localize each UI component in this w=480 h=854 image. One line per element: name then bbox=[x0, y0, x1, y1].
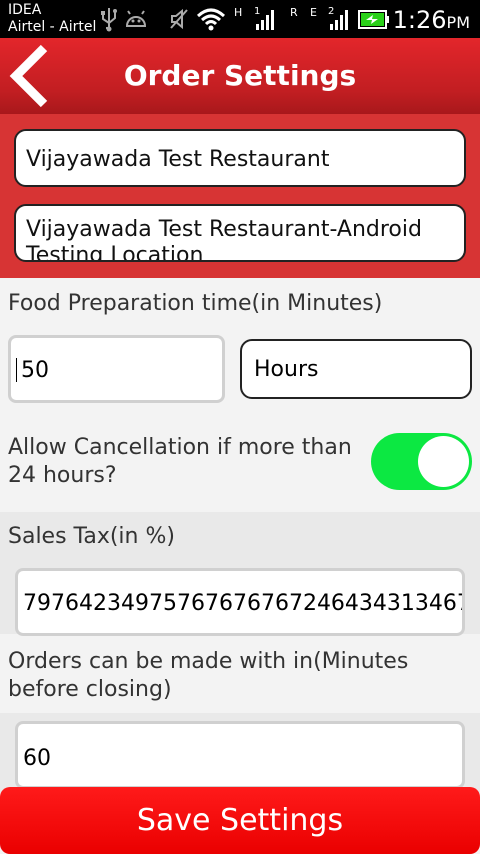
orders-window-label-line1: Orders can be made with in(Minutes bbox=[8, 649, 409, 674]
sales-tax-value: 79764234975767676767246434313467676 bbox=[23, 591, 465, 616]
cancellation-label: Allow Cancellation if more than 24 hours… bbox=[8, 434, 352, 490]
status-bar: IDEA Airtel - Airtel H 1 R E 2 1:26PM bbox=[0, 0, 480, 38]
food-prep-value: 50 bbox=[21, 358, 49, 383]
toggle-knob bbox=[418, 436, 469, 487]
battery-charging-icon bbox=[358, 10, 389, 29]
orders-window-label-line2: before closing) bbox=[8, 677, 172, 702]
signal-r-icon: R E 2 bbox=[290, 6, 348, 30]
restaurant-name: Vijayawada Test Restaurant bbox=[26, 147, 330, 172]
food-prep-label: Food Preparation time(in Minutes) bbox=[8, 291, 383, 316]
usb-icon bbox=[101, 8, 117, 32]
food-prep-unit-select[interactable]: Hours bbox=[240, 339, 472, 399]
svg-text:E: E bbox=[310, 6, 317, 19]
sales-tax-input[interactable]: 79764234975767676767246434313467676 bbox=[15, 568, 465, 636]
cancellation-label-line2: 24 hours? bbox=[8, 463, 117, 488]
android-debug-icon bbox=[125, 10, 147, 27]
cancellation-label-line1: Allow Cancellation if more than bbox=[8, 435, 352, 460]
mute-icon bbox=[170, 8, 188, 30]
food-prep-unit: Hours bbox=[254, 357, 319, 382]
sales-tax-label: Sales Tax(in %) bbox=[8, 524, 175, 549]
app-bar: Order Settings bbox=[0, 38, 480, 114]
svg-text:2: 2 bbox=[328, 6, 334, 17]
location-select[interactable]: Vijayawada Test Restaurant-Android Testi… bbox=[14, 204, 466, 262]
signal-h-icon: H 1 bbox=[234, 6, 274, 30]
food-prep-input[interactable]: 50 bbox=[8, 335, 225, 403]
orders-window-input[interactable]: 60 bbox=[15, 721, 465, 789]
carrier-label: IDEA bbox=[8, 2, 42, 18]
page-title: Order Settings bbox=[123, 59, 357, 92]
restaurant-select[interactable]: Vijayawada Test Restaurant bbox=[14, 129, 466, 187]
svg-text:H: H bbox=[234, 6, 242, 19]
location-name: Vijayawada Test Restaurant-Android Testi… bbox=[26, 217, 422, 262]
orders-window-label: Orders can be made with in(Minutes befor… bbox=[8, 648, 408, 704]
save-settings-button[interactable]: Save Settings bbox=[0, 787, 480, 854]
text-cursor bbox=[16, 358, 17, 382]
svg-text:1: 1 bbox=[254, 6, 260, 17]
orders-window-value: 60 bbox=[23, 746, 51, 771]
svg-text:R: R bbox=[290, 6, 298, 19]
cancellation-toggle[interactable] bbox=[371, 433, 472, 490]
carrier-label-secondary: Airtel - Airtel bbox=[8, 19, 97, 35]
wifi-icon bbox=[196, 8, 226, 31]
clock: 1:26PM bbox=[392, 6, 470, 34]
